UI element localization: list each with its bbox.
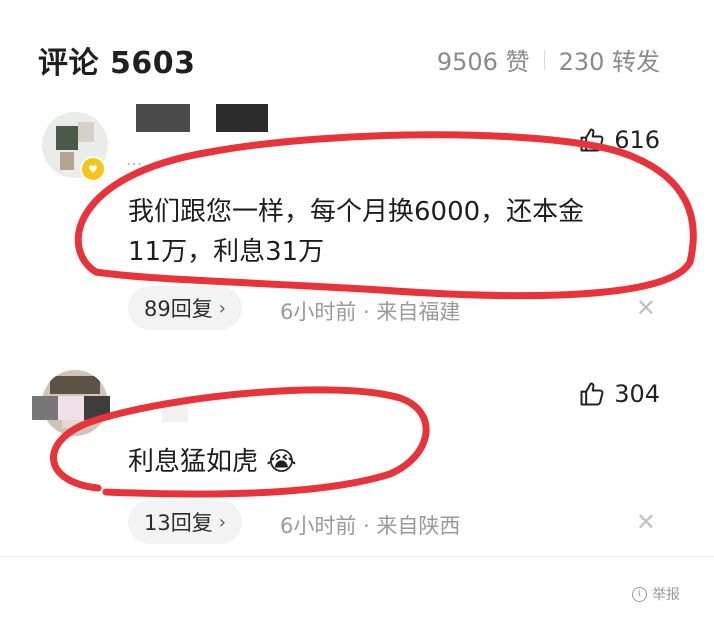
comment-text-body: 利息猛如虎 [128, 447, 259, 477]
meta-dot: · [363, 300, 377, 324]
like-button[interactable]: 304 [578, 380, 660, 408]
comment-meta: 6小时前 · 来自陕西 [280, 510, 460, 540]
username-redacted[interactable] [162, 400, 188, 422]
like-count: 616 [614, 126, 660, 154]
comment-meta: 6小时前 · 来自福建 [280, 296, 460, 326]
username-redacted[interactable] [84, 396, 110, 420]
chevron-right-icon: › [218, 297, 226, 319]
comment-text-line: 我们跟您一样，每个月换6000，还本金 [128, 197, 585, 227]
username-redacted[interactable] [58, 396, 84, 420]
replies-count: 89回复 [144, 297, 213, 321]
section-divider [0, 556, 714, 557]
comment-time: 6小时前 [280, 514, 357, 538]
report-link[interactable]: i 举报 [632, 584, 680, 604]
comment-text: 我们跟您一样，每个月换6000，还本金 11万，利息31万 [128, 192, 584, 272]
replies-button[interactable]: 13回复 › [128, 500, 242, 544]
likes-count[interactable]: 9506 赞 [437, 42, 530, 77]
post-stats: 9506 赞 230 转发 [437, 42, 660, 77]
comment-text: 利息猛如虎 😭 [128, 442, 297, 482]
thumbs-up-icon [580, 128, 604, 152]
crying-emoji: 😭 [266, 447, 297, 477]
username-redacted[interactable] [32, 396, 58, 420]
report-label: 举报 [652, 587, 680, 603]
comments-header-title: 评论 5603 [38, 46, 196, 81]
username-redacted[interactable] [136, 104, 190, 132]
replies-count: 13回复 [144, 511, 213, 535]
info-icon: i [632, 586, 647, 602]
replies-button[interactable]: 89回复 › [128, 286, 242, 330]
like-count: 304 [614, 380, 660, 408]
close-icon[interactable]: ✕ [636, 508, 656, 536]
like-button[interactable]: 616 [578, 126, 660, 154]
close-icon[interactable]: ✕ [636, 294, 656, 322]
user-subtitle: ... [126, 150, 143, 170]
reposts-count[interactable]: 230 转发 [559, 42, 660, 77]
verified-badge-icon: ♥ [80, 156, 106, 182]
comment-text-line: 11万，利息31万 [128, 237, 325, 267]
comment-location: 来自福建 [376, 300, 461, 324]
username-redacted[interactable] [216, 104, 268, 132]
thumbs-up-icon [580, 382, 604, 406]
comment-location: 来自陕西 [376, 514, 461, 538]
chevron-right-icon: › [218, 511, 226, 533]
meta-dot: · [363, 514, 377, 538]
comment-time: 6小时前 [280, 300, 357, 324]
stats-divider [543, 49, 545, 70]
